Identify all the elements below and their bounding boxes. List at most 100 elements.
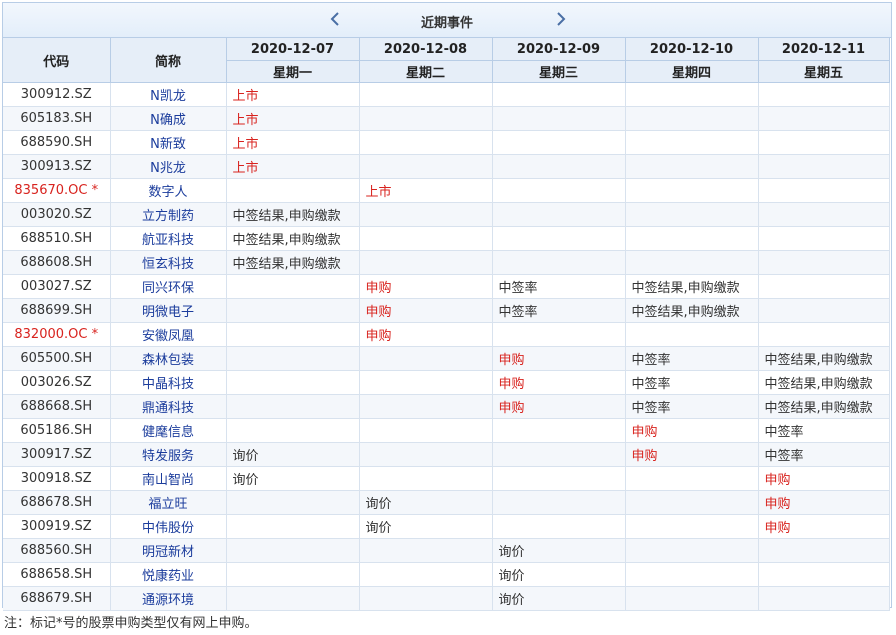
table-row: 003027.SZ 同兴环保 申购 中签率 中签结果,申购缴款 [3,274,890,299]
event-cell [492,82,626,107]
event-cell [492,418,626,443]
event-cell: 中签率 [625,394,759,419]
event-cell [226,298,360,323]
stock-code: 605183.SH [3,106,111,131]
stock-name-link[interactable]: 福立旺 [110,490,227,515]
stock-name-link[interactable]: 鼎通科技 [110,394,227,419]
column-header-date: 2020-12-11 [758,38,890,61]
stock-name-link[interactable]: 通源环境 [110,586,227,611]
events-table-body: 300912.SZ N凯龙 上市 605183.SH N确成 上市 688590.SH N新致… [3,82,890,611]
stock-code: 688679.SH [3,586,111,611]
stock-code: 688678.SH [3,490,111,515]
stock-name-link[interactable]: 立方制药 [110,202,227,227]
stock-name-link[interactable]: 森林包装 [110,346,227,371]
stock-code: 688668.SH [3,394,111,419]
event-cell [758,202,890,227]
stock-name-link[interactable]: 数字人 [110,178,227,203]
event-cell [758,82,890,107]
event-cell [625,106,759,131]
event-cell: 中签率 [625,370,759,395]
event-cell [492,442,626,467]
column-header-date: 2020-12-10 [625,38,759,61]
table-row: 688678.SH 福立旺 询价 申购 [3,490,890,515]
event-cell: 中签结果,申购缴款 [226,250,360,275]
event-cell [625,514,759,539]
stock-code: 688510.SH [3,226,111,251]
stock-name-link[interactable]: N确成 [110,106,227,131]
table-row: 688608.SH 恒玄科技 中签结果,申购缴款 [3,250,890,275]
footnote: 注：标记*号的股票申购类型仅有网上申购。 [4,616,258,631]
table-row: 003020.SZ 立方制药 中签结果,申购缴款 [3,202,890,227]
stock-name-link[interactable]: 特发服务 [110,442,227,467]
event-cell: 中签率 [492,298,626,323]
event-cell [758,322,890,347]
event-cell [492,226,626,251]
event-cell [359,370,493,395]
table-row: 688699.SH 明微电子 申购 中签率 中签结果,申购缴款 [3,298,890,323]
event-cell [758,274,890,299]
event-cell [359,586,493,611]
event-cell [625,154,759,179]
event-cell [758,226,890,251]
event-cell [226,370,360,395]
stock-name-link[interactable]: 南山智尚 [110,466,227,491]
table-row: 688668.SH 鼎通科技 申购 中签率 中签结果,申购缴款 [3,394,890,419]
event-cell: 申购 [758,466,890,491]
event-cell: 中签结果,申购缴款 [226,226,360,251]
table-row: 300913.SZ N兆龙 上市 [3,154,890,179]
event-cell: 询价 [492,562,626,587]
stock-name-link[interactable]: 明冠新材 [110,538,227,563]
next-week-button[interactable] [549,6,573,32]
stock-name-link[interactable]: N新致 [110,130,227,155]
stock-name-link[interactable]: 航亚科技 [110,226,227,251]
event-cell [226,562,360,587]
event-cell [625,130,759,155]
event-cell: 申购 [758,490,890,515]
event-cell: 申购 [492,394,626,419]
event-cell [359,394,493,419]
event-cell: 申购 [625,442,759,467]
event-cell [226,346,360,371]
table-row: 300917.SZ 特发服务 询价 申购 中签率 [3,442,890,467]
event-cell: 申购 [625,418,759,443]
stock-name-link[interactable]: 悦康药业 [110,562,227,587]
event-cell [492,466,626,491]
table-row: 605183.SH N确成 上市 [3,106,890,131]
stock-name-link[interactable]: 同兴环保 [110,274,227,299]
stock-name-link[interactable]: N凯龙 [110,82,227,107]
stock-code: 605500.SH [3,346,111,371]
event-cell: 上市 [226,106,360,131]
stock-code: 832000.OC * [3,322,111,347]
event-cell [226,394,360,419]
stock-name-link[interactable]: 中晶科技 [110,370,227,395]
stock-name-link[interactable]: 中伟股份 [110,514,227,539]
stock-name-link[interactable]: 健麾信息 [110,418,227,443]
table-row: 688679.SH 通源环境 询价 [3,586,890,611]
stock-code: 688560.SH [3,538,111,563]
stock-code: 835670.OC * [3,178,111,203]
event-cell: 中签结果,申购缴款 [625,298,759,323]
stock-name-link[interactable]: N兆龙 [110,154,227,179]
event-cell [359,250,493,275]
event-cell [758,250,890,275]
event-cell: 中签结果,申购缴款 [625,274,759,299]
event-cell [226,322,360,347]
stock-name-link[interactable]: 恒玄科技 [110,250,227,275]
stock-code: 688658.SH [3,562,111,587]
event-cell: 申购 [359,322,493,347]
stock-name-link[interactable]: 明微电子 [110,298,227,323]
event-cell [359,226,493,251]
table-row: 300918.SZ 南山智尚 询价 申购 [3,466,890,491]
event-cell [625,322,759,347]
chevron-right-icon [557,12,566,26]
event-cell [625,226,759,251]
event-cell [625,490,759,515]
column-header-weekday: 星期三 [492,60,626,83]
table-row: 832000.OC * 安徽凤凰 申购 [3,322,890,347]
event-cell: 询价 [359,490,493,515]
column-header-weekday: 星期二 [359,60,493,83]
column-header-date: 2020-12-07 [226,38,360,61]
stock-name-link[interactable]: 安徽凤凰 [110,322,227,347]
event-cell: 申购 [492,346,626,371]
event-cell: 上市 [226,154,360,179]
